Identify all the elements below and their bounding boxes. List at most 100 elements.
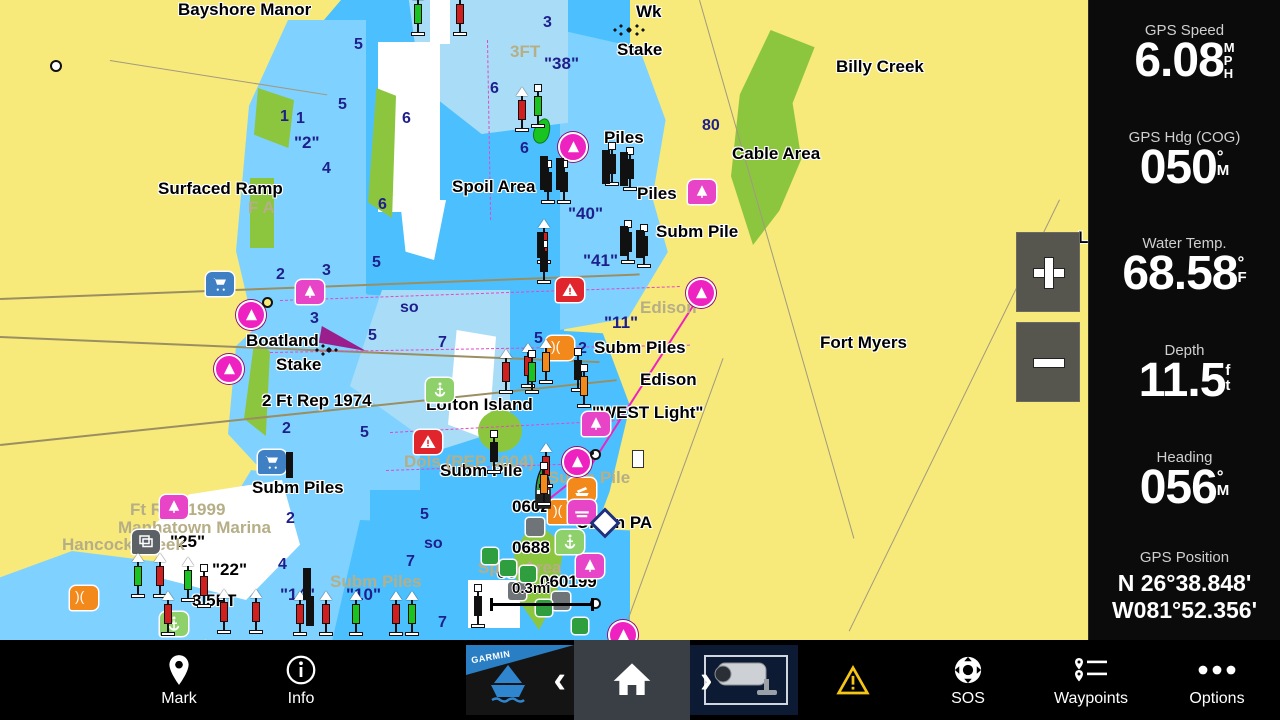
home-button[interactable] xyxy=(574,640,690,720)
data-unit-letter: M xyxy=(1216,162,1230,180)
depth-readout-mini: 11.5 ft xyxy=(0,640,118,720)
poi-marina-pin-5[interactable] xyxy=(576,554,604,578)
poi-marina-pin-3[interactable] xyxy=(688,180,716,204)
data-cell-gps-speed[interactable]: GPS Speed 6.08 MPH xyxy=(1089,0,1280,107)
nav-aid-buoy xyxy=(538,339,554,384)
pile-symbol xyxy=(540,156,548,190)
depth-mini-unit: ft xyxy=(78,669,83,692)
pile-symbol xyxy=(537,232,544,258)
nav-aid-buoy xyxy=(514,87,530,132)
poi-anchorage-pin-1[interactable] xyxy=(426,378,454,402)
poi-marina-pin-2[interactable] xyxy=(160,495,188,519)
waypoint-square[interactable] xyxy=(500,560,516,576)
poi-store-pin-2[interactable] xyxy=(258,450,286,474)
map-place-label: Wk xyxy=(636,2,662,21)
scale-label: 0.3mi xyxy=(512,580,551,597)
previous-page-tile[interactable]: GARMIN ‹ xyxy=(466,645,574,715)
data-unit: ° M xyxy=(1216,146,1230,180)
poi-marina-pin-1[interactable] xyxy=(296,280,324,304)
info-button[interactable]: Info xyxy=(240,640,362,720)
map-place-label: Billy Creek xyxy=(836,57,924,76)
sos-button[interactable]: SOS xyxy=(908,640,1028,720)
poi-hazard-pin-2[interactable] xyxy=(556,278,584,302)
sailboat-icon xyxy=(304,285,316,298)
nav-aid-buoy xyxy=(248,589,264,634)
depth-sounding: "41" xyxy=(583,251,619,270)
waypoint-square[interactable] xyxy=(572,618,588,634)
destination-marker-4[interactable] xyxy=(686,278,716,308)
data-value: 68.58 xyxy=(1122,247,1238,301)
depth-sounding: so xyxy=(424,535,443,552)
poi-bridge-pin-2[interactable]: )( xyxy=(70,586,98,610)
poi-marina-pin-4[interactable] xyxy=(582,412,610,436)
depth-sounding: 1 xyxy=(296,110,305,127)
nautical-chart-map[interactable]: 5 1 5 6 3 6 "38" 6 "2" 4 1 6 5 "40" "41" 80 2 3 3 so 5 7 5 2 "11… xyxy=(0,0,1088,640)
waypoints-button[interactable]: Waypoints xyxy=(1028,640,1154,720)
depth-sounding: "38" xyxy=(544,54,580,73)
options-button[interactable]: Options xyxy=(1154,640,1280,720)
bridge-icon: )( xyxy=(75,588,85,604)
county-line-southeast xyxy=(620,358,724,640)
nav-aid-buoy xyxy=(486,430,502,474)
sos-label: SOS xyxy=(951,689,985,707)
depth-mini-value: 11.5 xyxy=(35,667,78,692)
data-unit: ft xyxy=(1225,361,1231,394)
poi-ramp-pin[interactable] xyxy=(568,478,596,502)
data-overlay-bar: GPS Speed 6.08 MPH GPS Hdg (COG) 050 ° M … xyxy=(1088,0,1280,640)
data-unit-letter: M xyxy=(1216,482,1230,500)
minus-icon xyxy=(1033,347,1065,377)
map-place-label: Subm Pile xyxy=(656,222,739,241)
data-cell-heading[interactable]: Heading 056 ° M xyxy=(1089,427,1280,534)
poi-note-pin[interactable] xyxy=(132,530,160,554)
map-place-label: Edison xyxy=(640,370,697,389)
data-value: 6.08 xyxy=(1134,33,1224,87)
nav-aid-buoy xyxy=(536,462,552,506)
data-cell-gps-heading[interactable]: GPS Hdg (COG) 050 ° M xyxy=(1089,107,1280,214)
mark-button[interactable]: Mark xyxy=(118,640,240,720)
waypoint-square[interactable] xyxy=(526,518,544,536)
data-cell-gps-position[interactable]: GPS Position N 26°38.848' W081°52.356' xyxy=(1089,533,1280,640)
depth-sounding: 3 xyxy=(322,262,331,279)
waypoint-square[interactable] xyxy=(482,548,498,564)
anchor-icon xyxy=(564,534,576,549)
depth-sounding: 7 xyxy=(438,334,447,351)
zoom-out-button[interactable] xyxy=(1016,322,1080,402)
warning-icon xyxy=(420,435,436,448)
depth-sounding: 2 xyxy=(286,510,295,527)
waypoint-list-icon xyxy=(1074,653,1108,687)
alert-button[interactable] xyxy=(798,640,908,720)
chartplotter-screen: 5 1 5 6 3 6 "38" 6 "2" 4 1 6 5 "40" "41" 80 2 3 3 so 5 7 5 2 "11… xyxy=(0,0,1280,720)
warning-triangle-icon xyxy=(836,663,870,697)
data-value: 050 xyxy=(1139,140,1218,194)
shoal-white-sliver xyxy=(430,0,450,44)
nav-aid-buoy xyxy=(498,349,514,394)
poi-anchorage-pin-2[interactable] xyxy=(556,530,584,554)
destination-marker-6[interactable] xyxy=(608,620,638,640)
poi-hazard-pin-1[interactable] xyxy=(414,430,442,454)
destination-marker-5[interactable] xyxy=(562,447,592,477)
poi-store-pin-1[interactable] xyxy=(206,272,234,296)
boat-ramp-icon xyxy=(575,487,589,496)
zoom-in-button[interactable] xyxy=(1016,232,1080,312)
depth-sounding: "40" xyxy=(568,204,604,223)
mark-label: Mark xyxy=(161,689,197,707)
map-place-label: Bayshore Manor xyxy=(178,0,312,19)
nav-aid-buoy xyxy=(388,591,404,636)
next-chevron-icon: › xyxy=(700,659,713,701)
depth-sounding: 3 xyxy=(543,14,552,31)
info-circle-icon xyxy=(286,653,316,687)
nav-aid-buoy xyxy=(348,591,364,636)
gps-latitude: N 26°38.848' xyxy=(1117,570,1252,597)
data-cell-water-temp[interactable]: Water Temp. 68.58 ° F xyxy=(1089,213,1280,320)
depth-sounding: 5 xyxy=(354,36,363,53)
destination-marker-3[interactable] xyxy=(214,354,244,384)
pile-symbol xyxy=(306,596,314,626)
depth-sounding: 6 xyxy=(490,80,499,97)
sailboat-icon xyxy=(590,417,602,430)
sailboat-icon xyxy=(168,500,180,513)
next-page-tile[interactable]: › xyxy=(690,645,798,715)
data-unit: MPH xyxy=(1223,39,1235,81)
mooring-circle xyxy=(262,297,273,308)
data-cell-depth[interactable]: Depth 11.5 ft xyxy=(1089,320,1280,427)
depth-sounding: 80 xyxy=(702,117,720,134)
